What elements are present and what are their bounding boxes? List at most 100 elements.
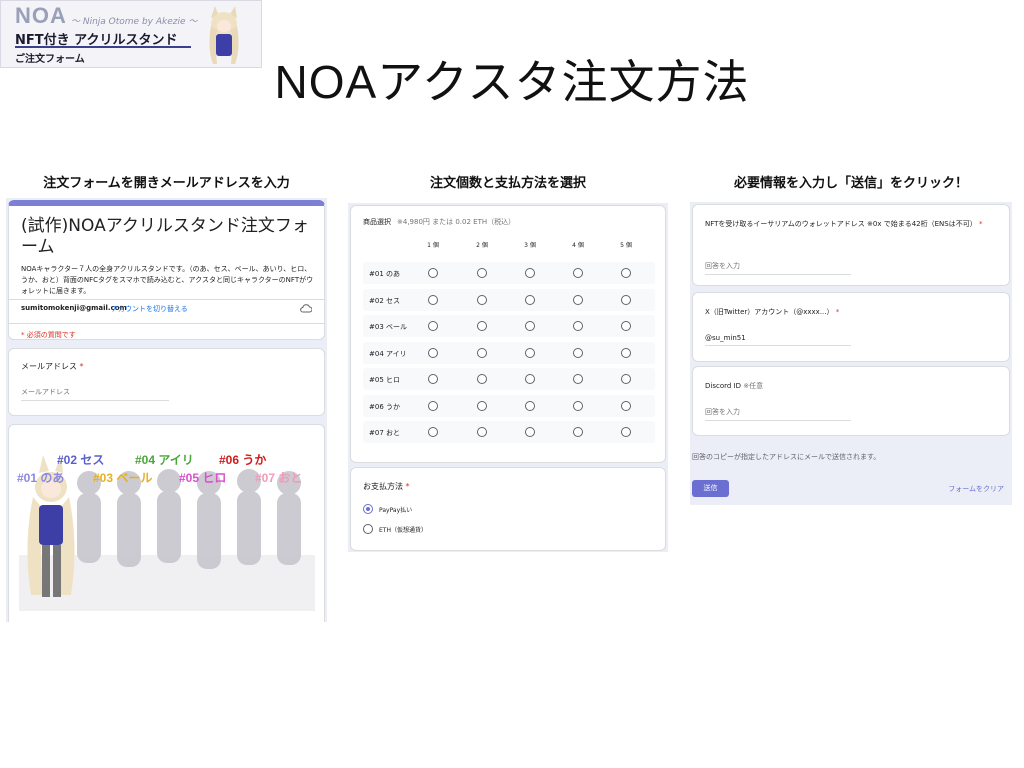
quantity-radio[interactable]: [477, 400, 487, 411]
table-row: #02 セス: [363, 288, 655, 311]
quantity-radio[interactable]: [573, 427, 583, 437]
character-lineup-image: #02 セス #04 アイリ #06 うか #01 のあ #03 ベール #05…: [8, 424, 325, 622]
character-label: #03 ベール: [93, 471, 153, 485]
quantity-radio[interactable]: [621, 427, 631, 437]
form-title: (試作)NOAアクリルスタンド注文フォーム: [21, 216, 309, 257]
quantity-radio[interactable]: [621, 294, 631, 305]
grid-column-header: 1 個: [427, 242, 439, 249]
grid-column-header: 4 個: [572, 242, 584, 249]
quantity-radio[interactable]: [428, 427, 438, 437]
divider: [9, 299, 324, 300]
required-note: * 必須の質問です: [21, 331, 76, 339]
radio-unselected[interactable]: [363, 524, 373, 534]
quantity-radio[interactable]: [477, 374, 487, 384]
row-label: #07 おと: [369, 429, 400, 437]
step3-caption: 必要情報を入力し「送信」をクリック！: [733, 176, 968, 191]
email-question-label: メールアドレス *: [21, 362, 84, 371]
wallet-address-field[interactable]: 回答を入力: [705, 261, 851, 275]
payment-question-card: お支払方法 * PayPay払い ETH（仮想通貨）: [350, 467, 666, 551]
quantity-radio[interactable]: [477, 294, 487, 305]
quantity-radio[interactable]: [525, 268, 535, 278]
character-label: #02 セス: [57, 453, 105, 467]
character-label: #04 アイリ: [135, 453, 194, 467]
form-description: NOAキャラクター７人の全身アクリルスタンドです。（のあ、セス、ベール、あいり、…: [21, 265, 314, 295]
quantity-radio[interactable]: [525, 294, 535, 305]
step2-caption: 注文個数と支払方法を選択: [429, 176, 586, 191]
payment-question-label: お支払方法 *: [363, 482, 410, 491]
character-label: #07 おと: [255, 471, 303, 485]
row-label: #03 ベール: [369, 323, 407, 331]
wallet-question-card: NFTを受け取るイーサリアムのウォレットアドレス ※0x で始まる42桁（ENS…: [692, 204, 1010, 286]
quantity-radio[interactable]: [621, 400, 631, 411]
email-field[interactable]: メールアドレス: [21, 387, 169, 401]
switch-account-link[interactable]: アカウントを切り替える: [111, 304, 188, 314]
quantity-radio[interactable]: [621, 321, 631, 331]
step1-caption: 注文フォームを開きメールアドレスを入力: [43, 176, 290, 191]
quantity-radio[interactable]: [428, 347, 438, 358]
submit-button[interactable]: 送信: [692, 480, 729, 497]
quantity-radio[interactable]: [477, 347, 487, 358]
step2-form-screenshot: 商品選択 ※4,980円 または 0.02 ETH（税込） 1 個 2 個 3 個…: [348, 203, 668, 552]
order-question-label: 商品選択 ※4,980円 または 0.02 ETH（税込）: [363, 218, 516, 226]
table-row: #04 アイリ: [363, 341, 655, 364]
step3-form-screenshot: NFTを受け取るイーサリアムのウォレットアドレス ※0x で始まる42桁（ENS…: [690, 202, 1012, 505]
logo-subtitle: ～ Ninja Otome by Akezie ～: [71, 17, 198, 27]
row-label: #05 ヒロ: [369, 376, 400, 384]
twitter-question-label: X（旧Twitter）アカウント（@xxxx...） *: [705, 308, 840, 316]
twitter-question-card: X（旧Twitter）アカウント（@xxxx...） * @su_min51: [692, 292, 1010, 362]
quantity-radio[interactable]: [477, 427, 487, 437]
quantity-radio[interactable]: [428, 268, 438, 278]
row-label: #06 うか: [369, 402, 400, 411]
order-question-card: 商品選択 ※4,980円 または 0.02 ETH（税込） 1 個 2 個 3 個…: [350, 205, 666, 463]
table-row: #07 おと: [363, 421, 655, 443]
quantity-radio[interactable]: [573, 321, 583, 331]
table-row: #06 うか: [363, 394, 655, 417]
table-row: #01 のあ: [363, 262, 655, 284]
grid-column-header: 3 個: [524, 242, 536, 249]
quantity-radio[interactable]: [428, 400, 438, 411]
clear-form-link[interactable]: フォームをクリア: [948, 484, 1004, 494]
grid-column-header: 2 個: [476, 242, 488, 249]
quantity-radio[interactable]: [525, 347, 535, 358]
quantity-radio[interactable]: [525, 400, 535, 411]
table-row: #05 ヒロ: [363, 368, 655, 390]
twitter-account-field[interactable]: @su_min51: [705, 334, 851, 346]
radio-selected[interactable]: [363, 504, 373, 514]
page-title: NOAアクスタ注文方法: [274, 56, 750, 108]
logo-brand: NOA: [15, 3, 67, 28]
quantity-radio[interactable]: [428, 294, 438, 305]
quantity-radio[interactable]: [621, 268, 631, 278]
copy-notice: 回答のコピーが指定したアドレスにメールで送信されます。: [692, 453, 881, 461]
character-label: #01 のあ: [17, 471, 65, 485]
quantity-radio[interactable]: [477, 268, 487, 278]
step1-form-screenshot: (試作)NOAアクリルスタンド注文フォーム NOAキャラクター７人の全身アクリル…: [6, 198, 327, 622]
quantity-radio[interactable]: [621, 374, 631, 384]
wallet-question-label: NFTを受け取るイーサリアムのウォレットアドレス ※0x で始まる42桁（ENS…: [705, 220, 983, 228]
quantity-radio[interactable]: [477, 321, 487, 331]
divider: [9, 323, 324, 324]
row-label: #02 セス: [369, 296, 400, 305]
character-label: #06 うか: [219, 453, 267, 467]
quantity-radio[interactable]: [525, 427, 535, 437]
cloud-icon: [300, 304, 312, 313]
form-header-card: (試作)NOAアクリルスタンド注文フォーム NOAキャラクター７人の全身アクリル…: [8, 200, 325, 340]
quantity-radio[interactable]: [428, 321, 438, 331]
discord-id-field[interactable]: 回答を入力: [705, 407, 851, 421]
quantity-radio[interactable]: [573, 268, 583, 278]
quantity-radio[interactable]: [573, 347, 583, 358]
discord-question-card: Discord ID ※任意 回答を入力: [692, 366, 1010, 436]
email-question-card: メールアドレス * メールアドレス: [8, 348, 325, 416]
quantity-radio[interactable]: [573, 294, 583, 305]
character-label: #05 ヒロ: [179, 471, 227, 485]
quantity-radio[interactable]: [573, 400, 583, 411]
quantity-radio[interactable]: [525, 374, 535, 384]
grid-column-header: 5 個: [620, 242, 632, 249]
quantity-radio[interactable]: [525, 321, 535, 331]
quantity-radio[interactable]: [621, 347, 631, 358]
row-label: #01 のあ: [369, 270, 400, 278]
quantity-radio[interactable]: [428, 374, 438, 384]
quantity-radio[interactable]: [573, 374, 583, 384]
discord-question-label: Discord ID ※任意: [705, 382, 764, 390]
table-row: #03 ベール: [363, 315, 655, 337]
row-label: #04 アイリ: [369, 349, 407, 358]
